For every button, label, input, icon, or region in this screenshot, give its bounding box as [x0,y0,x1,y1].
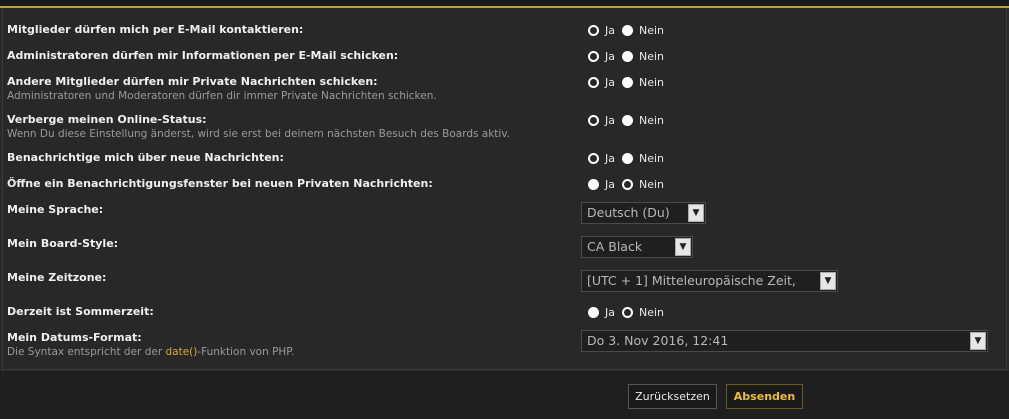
radio-group: Ja Nein [588,113,671,127]
radio-yes[interactable] [588,114,599,126]
radio-yes-label[interactable]: Ja [605,152,615,165]
radio-group: Ja Nein [588,305,671,319]
radio-no[interactable] [622,76,633,88]
radio-no-label[interactable]: Nein [639,178,664,191]
setting-row-email-admins: Administratoren dürfen mir Informationen… [7,49,1003,63]
radio-yes-label[interactable]: Ja [605,178,615,191]
top-border [0,0,1009,8]
dateformat-select-value: Do 3. Nov 2016, 12:41 [587,333,729,348]
setting-label: Meine Zeitzone: [7,271,107,284]
setting-label: Öffne ein Benachrichtigungsfenster bei n… [7,177,433,190]
radio-no[interactable] [622,50,633,62]
radio-no-label[interactable]: Nein [639,24,664,37]
radio-no-label[interactable]: Nein [639,76,664,89]
form-footer [0,371,1009,419]
radio-yes[interactable] [588,24,599,36]
radio-yes[interactable] [588,178,599,190]
setting-row-timezone: Meine Zeitzone: [7,271,1003,285]
php-date-link[interactable]: date() [165,346,197,358]
setting-label: Administratoren dürfen mir Informationen… [7,49,399,62]
radio-no[interactable] [622,24,633,36]
radio-yes[interactable] [588,76,599,88]
setting-row-private-messages: Andere Mitglieder dürfen mir Private Nac… [7,75,1003,103]
timezone-select[interactable]: [UTC + 1] Mitteleuropäische Zeit, ▼ [581,270,838,292]
chevron-down-icon[interactable]: ▼ [820,272,836,290]
radio-yes-label[interactable]: Ja [605,76,615,89]
radio-group: Ja Nein [588,49,671,63]
style-select[interactable]: CA Black ▼ [581,236,693,258]
language-select[interactable]: Deutsch (Du) ▼ [581,202,706,224]
setting-label: Mitglieder dürfen mich per E-Mail kontak… [7,23,304,36]
radio-yes-label[interactable]: Ja [605,50,615,63]
radio-no-label[interactable]: Nein [639,306,664,319]
setting-row-email-members: Mitglieder dürfen mich per E-Mail kontak… [7,23,1003,37]
setting-label: Benachrichtige mich über neue Nachrichte… [7,151,284,164]
setting-label: Meine Sprache: [7,203,104,216]
explain-text-after: -Funktion von PHP. [197,346,295,358]
setting-row-notify-messages: Benachrichtige mich über neue Nachrichte… [7,151,1003,165]
radio-yes[interactable] [588,50,599,62]
chevron-down-icon[interactable]: ▼ [688,204,704,222]
setting-row-dst: Derzeit ist Sommerzeit: Ja Nein [7,305,1003,319]
reset-button[interactable]: Zurücksetzen [628,384,717,409]
radio-yes-label[interactable]: Ja [605,306,615,319]
submit-button[interactable]: Absenden [726,384,803,409]
radio-group: Ja Nein [588,75,671,89]
timezone-select-value: [UTC + 1] Mitteleuropäische Zeit, [587,273,796,288]
radio-no[interactable] [622,178,633,190]
radio-no[interactable] [622,114,633,126]
setting-label: Derzeit ist Sommerzeit: [7,305,154,318]
radio-no-label[interactable]: Nein [639,152,664,165]
radio-group: Ja Nein [588,151,671,165]
dateformat-select[interactable]: Do 3. Nov 2016, 12:41 ▼ [581,330,988,352]
radio-group: Ja Nein [588,23,671,37]
radio-yes[interactable] [588,152,599,164]
setting-row-language: Meine Sprache: [7,203,1003,217]
style-select-value: CA Black [587,239,643,254]
radio-no-label[interactable]: Nein [639,114,664,127]
setting-row-online-status: Verberge meinen Online-Status: Wenn Du d… [7,113,1003,141]
setting-row-popup-window: Öffne ein Benachrichtigungsfenster bei n… [7,177,1003,191]
radio-yes[interactable] [588,306,599,318]
chevron-down-icon[interactable]: ▼ [675,238,691,256]
setting-label: Andere Mitglieder dürfen mir Private Nac… [7,75,378,88]
setting-label: Mein Board-Style: [7,237,119,250]
explain-text-before: Die Syntax entspricht der der [7,346,166,358]
radio-no[interactable] [622,306,633,318]
setting-label: Verberge meinen Online-Status: [7,113,207,126]
radio-yes-label[interactable]: Ja [605,24,615,37]
setting-explain: Administratoren und Moderatoren dürfen d… [7,90,437,102]
language-select-value: Deutsch (Du) [587,205,670,220]
setting-explain: Wenn Du diese Einstellung änderst, wird … [7,128,511,140]
setting-row-style: Mein Board-Style: [7,237,1003,251]
radio-no-label[interactable]: Nein [639,50,664,63]
radio-yes-label[interactable]: Ja [605,114,615,127]
chevron-down-icon[interactable]: ▼ [970,332,986,350]
radio-no[interactable] [622,152,633,164]
radio-group: Ja Nein [588,177,671,191]
